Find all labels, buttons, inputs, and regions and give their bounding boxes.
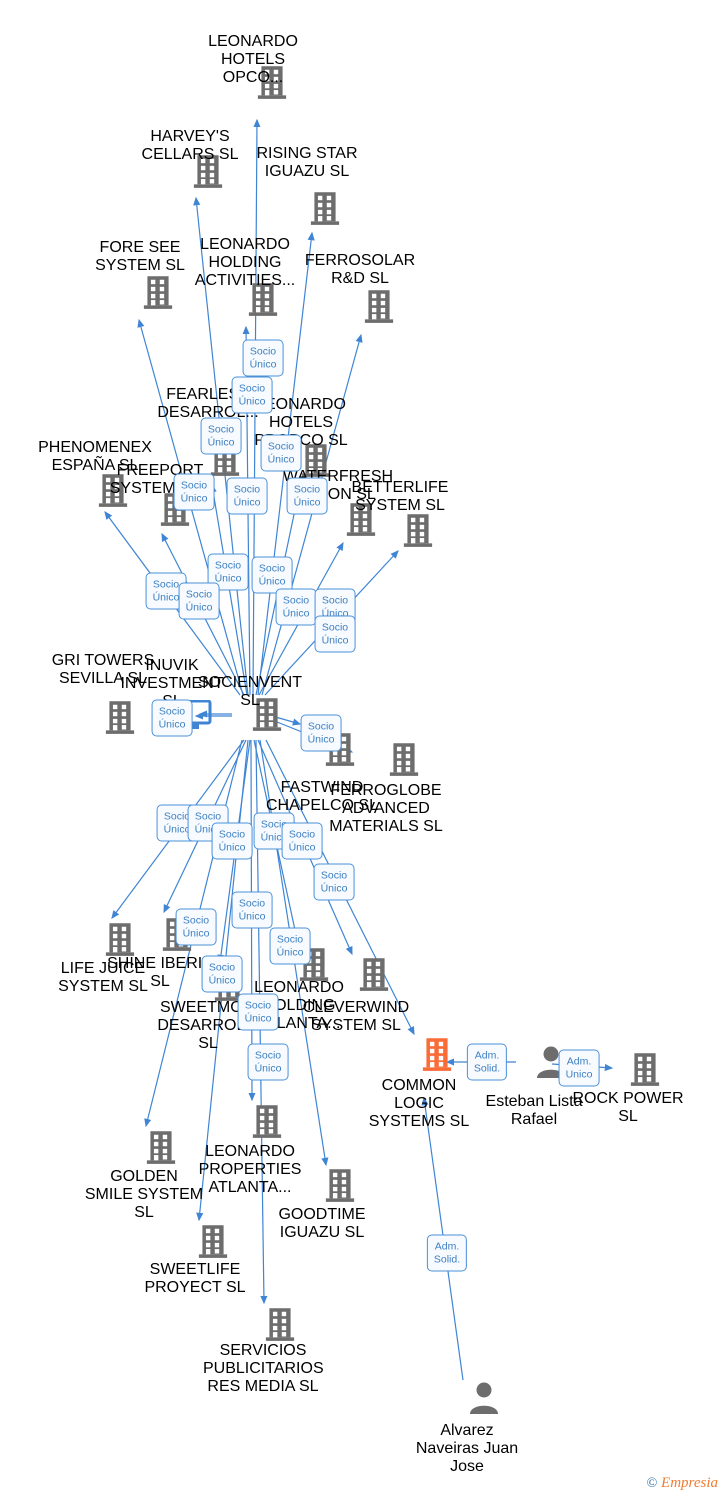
node-label-leonardo-properties: LEONARDO PROPERTIES ATLANTA... [198,1143,302,1196]
node-label-wrap-socienvent: SOCIENVENT SL [190,674,310,710]
relation-tag-t3[interactable]: Socio Único [200,417,242,455]
node-label-leonardo-hotels-opco: LEONARDO HOTELS OPCO... [208,33,298,86]
building-icon [198,1225,228,1258]
building-icon [265,1308,295,1341]
copyright-symbol: © [646,1476,658,1491]
node-label-harveys-cellars: HARVEY'S CELLARS SL [141,128,239,163]
relation-tag-t29[interactable]: Adm. Solid. [466,1043,508,1081]
relation-tag-t27[interactable]: Socio Único [237,993,279,1031]
node-label-wrap-rising-star-iguazu: RISING STAR IGUAZU SL [247,145,367,181]
relation-tag-t6[interactable]: Socio Único [226,477,268,515]
relation-tag-t2[interactable]: Socio Único [231,376,273,414]
node-label-wrap-servicios-publicitarios: SERVICIOS PUBLICITARIOS RES MEDIA SL [203,1342,324,1396]
node-label-wrap-common-logic-systems: COMMON LOGIC SYSTEMS SL [359,1077,479,1131]
relation-tag-t30[interactable]: Adm. Unico [558,1049,600,1087]
node-label-wrap-leonardo-properties: LEONARDO PROPERTIES ATLANTA... [190,1143,310,1197]
node-label-wrap-fore-see-system: FORE SEE SYSTEM SL [80,239,200,275]
node-label-rising-star-iguazu: RISING STAR IGUAZU SL [256,145,358,180]
org-chart-canvas: LEONARDO HOTELS OPCO... HARVEY'S CELLARS … [0,0,728,1500]
building-icon [252,1105,282,1138]
building-icon [105,923,135,956]
node-label-wrap-ferroglobe-advanced: FERROGLOBE ADVANCED MATERIALS SL [326,782,446,836]
relation-tag-t11[interactable]: Socio Único [178,582,220,620]
node-label-leonardo-holding-act: LEONARDO HOLDING ACTIVITIES... [194,236,296,289]
watermark: © Empresia [647,1475,718,1492]
relation-tag-t19[interactable]: Socio Único [211,822,253,860]
relation-tag-t15[interactable]: Socio Único [151,699,193,737]
node-label-sweetlife-proyect: SWEETLIFE PROYECT SL [144,1261,246,1296]
node-label-wrap-leonardo-holding-act: LEONARDO HOLDING ACTIVITIES... [185,236,305,290]
relation-tag-t14[interactable]: Socio Único [314,615,356,653]
relation-tag-t12[interactable]: Socio Único [275,588,317,626]
node-label-cleverwind-system: CLEVERWIND SYSTEM SL [302,999,410,1034]
node-label-rock-power: ROCK POWER SL [572,1090,684,1125]
building-icon [325,1169,355,1202]
relation-tag-t26[interactable]: Socio Único [201,955,243,993]
node-label-wrap-alvarez-naveiras: Alvarez Naveiras Juan Jose [407,1422,527,1476]
building-icon [389,743,419,776]
node-label-ferroglobe-advanced: FERROGLOBE ADVANCED MATERIALS SL [329,782,443,835]
node-label-shine-iberia: SHINE IBERIA SL [107,955,213,990]
relation-tag-t1[interactable]: Socio Único [242,339,284,377]
building-icon [403,514,433,547]
relation-tag-t7[interactable]: Socio Único [286,477,328,515]
node-label-socienvent: SOCIENVENT SL [197,674,302,709]
relation-tag-t24[interactable]: Socio Único [231,891,273,929]
person-icon [470,1382,498,1414]
node-label-wrap-betterlife-system: BETTERLIFE SYSTEM SL [340,479,460,515]
node-label-golden-smile-system: GOLDEN SMILE SYSTEM SL [84,1168,204,1221]
edge-layer [104,118,614,1381]
node-label-alvarez-naveiras: Alvarez Naveiras Juan Jose [415,1422,519,1475]
building-icon [143,276,173,309]
building-icon [422,1038,452,1071]
relation-tag-t31[interactable]: Adm. Solid. [426,1234,468,1272]
relation-tag-t5[interactable]: Socio Único [173,473,215,511]
node-label-betterlife-system: BETTERLIFE SYSTEM SL [351,479,449,514]
node-label-servicios-publicitarios: SERVICIOS PUBLICITARIOS RES MEDIA SL [203,1342,324,1395]
node-label-goodtime-iguazu: GOODTIME IGUAZU SL [278,1206,366,1241]
relation-tag-t21[interactable]: Socio Único [281,822,323,860]
relation-tag-t28[interactable]: Socio Único [247,1043,289,1081]
building-icon [364,290,394,323]
node-label-wrap-rock-power: ROCK POWER SL [568,1090,688,1126]
node-label-wrap-harveys-cellars: HARVEY'S CELLARS SL [130,128,250,164]
building-icon [310,192,340,225]
node-label-fore-see-system: FORE SEE SYSTEM SL [95,239,185,274]
node-label-ferrosolar-rd: FERROSOLAR R&D SL [304,252,416,287]
building-icon [146,1131,176,1164]
node-label-wrap-golden-smile-system: GOLDEN SMILE SYSTEM SL [84,1168,204,1222]
building-icon [630,1053,660,1086]
node-label-wrap-ferrosolar-rd: FERROSOLAR R&D SL [300,252,420,288]
relation-tag-t16[interactable]: Socio Único [300,714,342,752]
node-label-wrap-goodtime-iguazu: GOODTIME IGUAZU SL [262,1206,382,1242]
relation-tag-t4[interactable]: Socio Único [260,434,302,472]
relation-tag-t23[interactable]: Socio Único [175,908,217,946]
relation-tag-t22[interactable]: Socio Único [313,863,355,901]
node-label-wrap-sweetlife-proyect: SWEETLIFE PROYECT SL [135,1261,255,1297]
relation-tag-t25[interactable]: Socio Único [269,927,311,965]
node-label-wrap-cleverwind-system: CLEVERWIND SYSTEM SL [296,999,416,1035]
brand-name: Empresia [661,1475,718,1491]
building-icon [359,958,389,991]
node-label-wrap-leonardo-hotels-opco: LEONARDO HOTELS OPCO... [193,33,313,87]
node-label-common-logic-systems: COMMON LOGIC SYSTEMS SL [368,1077,470,1130]
